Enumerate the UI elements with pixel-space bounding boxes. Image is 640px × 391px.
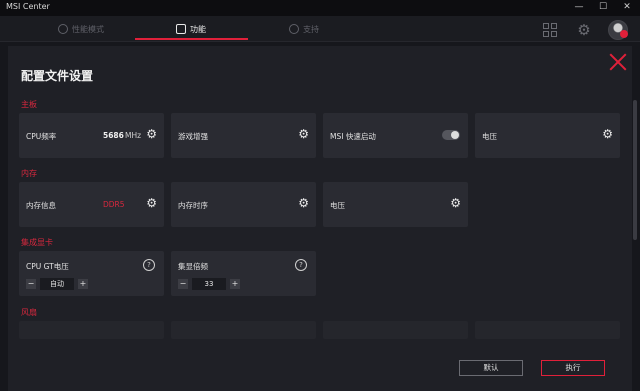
section-igpu-label: 集成显卡 [21, 238, 53, 247]
game-boost-label: 游戏增强 [178, 132, 208, 141]
gear-icon[interactable]: ⚙ [450, 197, 461, 209]
memory-voltage-label: 电压 [330, 201, 345, 210]
cpu-frequency-value: 5686 [103, 131, 124, 140]
feature-icon [176, 24, 186, 34]
fan-card [323, 321, 468, 339]
cpu-frequency-card: CPU频率 5686 MHz ⚙ [19, 113, 164, 158]
tab-performance-mode[interactable]: 性能模式 [25, 16, 137, 42]
igpu-ratio-label: 集显倍频 [178, 262, 208, 271]
cpu-gt-voltage-value[interactable]: 自动 [40, 278, 74, 290]
close-window-button[interactable]: ✕ [620, 2, 634, 13]
grid-icon[interactable] [543, 23, 557, 37]
gear-icon[interactable]: ⚙ [298, 197, 309, 209]
tab-label: 功能 [190, 24, 206, 34]
notification-badge [620, 30, 628, 38]
memory-info-card: 内存信息 DDR5 ⚙ [19, 182, 164, 227]
title-bar: MSI Center — ☐ ✕ [0, 0, 640, 16]
fan-card [171, 321, 316, 339]
voltage-label: 电压 [482, 132, 497, 141]
section-motherboard-label: 主板 [21, 100, 37, 109]
support-icon [289, 24, 299, 34]
section-fan-label: 风扇 [21, 308, 37, 317]
minimize-button[interactable]: — [572, 2, 586, 13]
close-icon[interactable] [609, 53, 627, 71]
igpu-ratio-card: 集显倍频 ? − 33 + [171, 251, 316, 296]
memory-timing-label: 内存时序 [178, 201, 208, 210]
page-title: 配置文件设置 [21, 69, 94, 83]
voltage-card: 电压 ⚙ [475, 113, 620, 158]
maximize-button[interactable]: ☐ [596, 2, 610, 13]
decrement-button[interactable]: − [178, 279, 188, 289]
decrement-button[interactable]: − [26, 279, 36, 289]
active-tab-indicator [135, 38, 248, 40]
help-icon[interactable]: ? [143, 259, 155, 271]
increment-button[interactable]: + [78, 279, 88, 289]
msi-fast-boot-card: MSI 快速启动 [323, 113, 468, 158]
gear-icon[interactable]: ⚙ [298, 128, 309, 140]
cpu-frequency-label: CPU频率 [26, 132, 57, 141]
cpu-gt-voltage-card: CPU GT电压 ? − 自动 + [19, 251, 164, 296]
igpu-ratio-stepper: − 33 + [178, 278, 240, 290]
speedometer-icon [58, 24, 68, 34]
memory-timing-card: 内存时序 ⚙ [171, 182, 316, 227]
gear-icon[interactable]: ⚙ [146, 128, 157, 140]
msi-fast-boot-label: MSI 快速启动 [330, 132, 376, 141]
cpu-frequency-unit: MHz [125, 131, 142, 140]
apply-button[interactable]: 执行 [541, 360, 605, 376]
game-boost-card: 游戏增强 ⚙ [171, 113, 316, 158]
fast-boot-toggle[interactable] [442, 130, 460, 140]
app-title: MSI Center [6, 2, 50, 11]
memory-type-value: DDR5 [103, 200, 125, 209]
memory-voltage-card: 电压 ⚙ [323, 182, 468, 227]
section-memory-label: 内存 [21, 169, 37, 178]
cpu-gt-voltage-stepper: − 自动 + [26, 278, 88, 290]
tab-label: 性能模式 [72, 24, 104, 34]
scrollbar[interactable] [633, 100, 637, 240]
fan-card [475, 321, 620, 339]
gear-icon[interactable]: ⚙ [146, 197, 157, 209]
gear-icon[interactable]: ⚙ [576, 22, 592, 38]
memory-info-label: 内存信息 [26, 201, 56, 210]
gear-icon[interactable]: ⚙ [602, 128, 613, 140]
igpu-ratio-value[interactable]: 33 [192, 278, 226, 290]
increment-button[interactable]: + [230, 279, 240, 289]
help-icon[interactable]: ? [295, 259, 307, 271]
tab-label: 支持 [303, 24, 319, 34]
tab-support[interactable]: 支持 [248, 16, 360, 42]
cpu-gt-voltage-label: CPU GT电压 [26, 262, 69, 271]
fan-card [19, 321, 164, 339]
default-button[interactable]: 默认 [459, 360, 523, 376]
